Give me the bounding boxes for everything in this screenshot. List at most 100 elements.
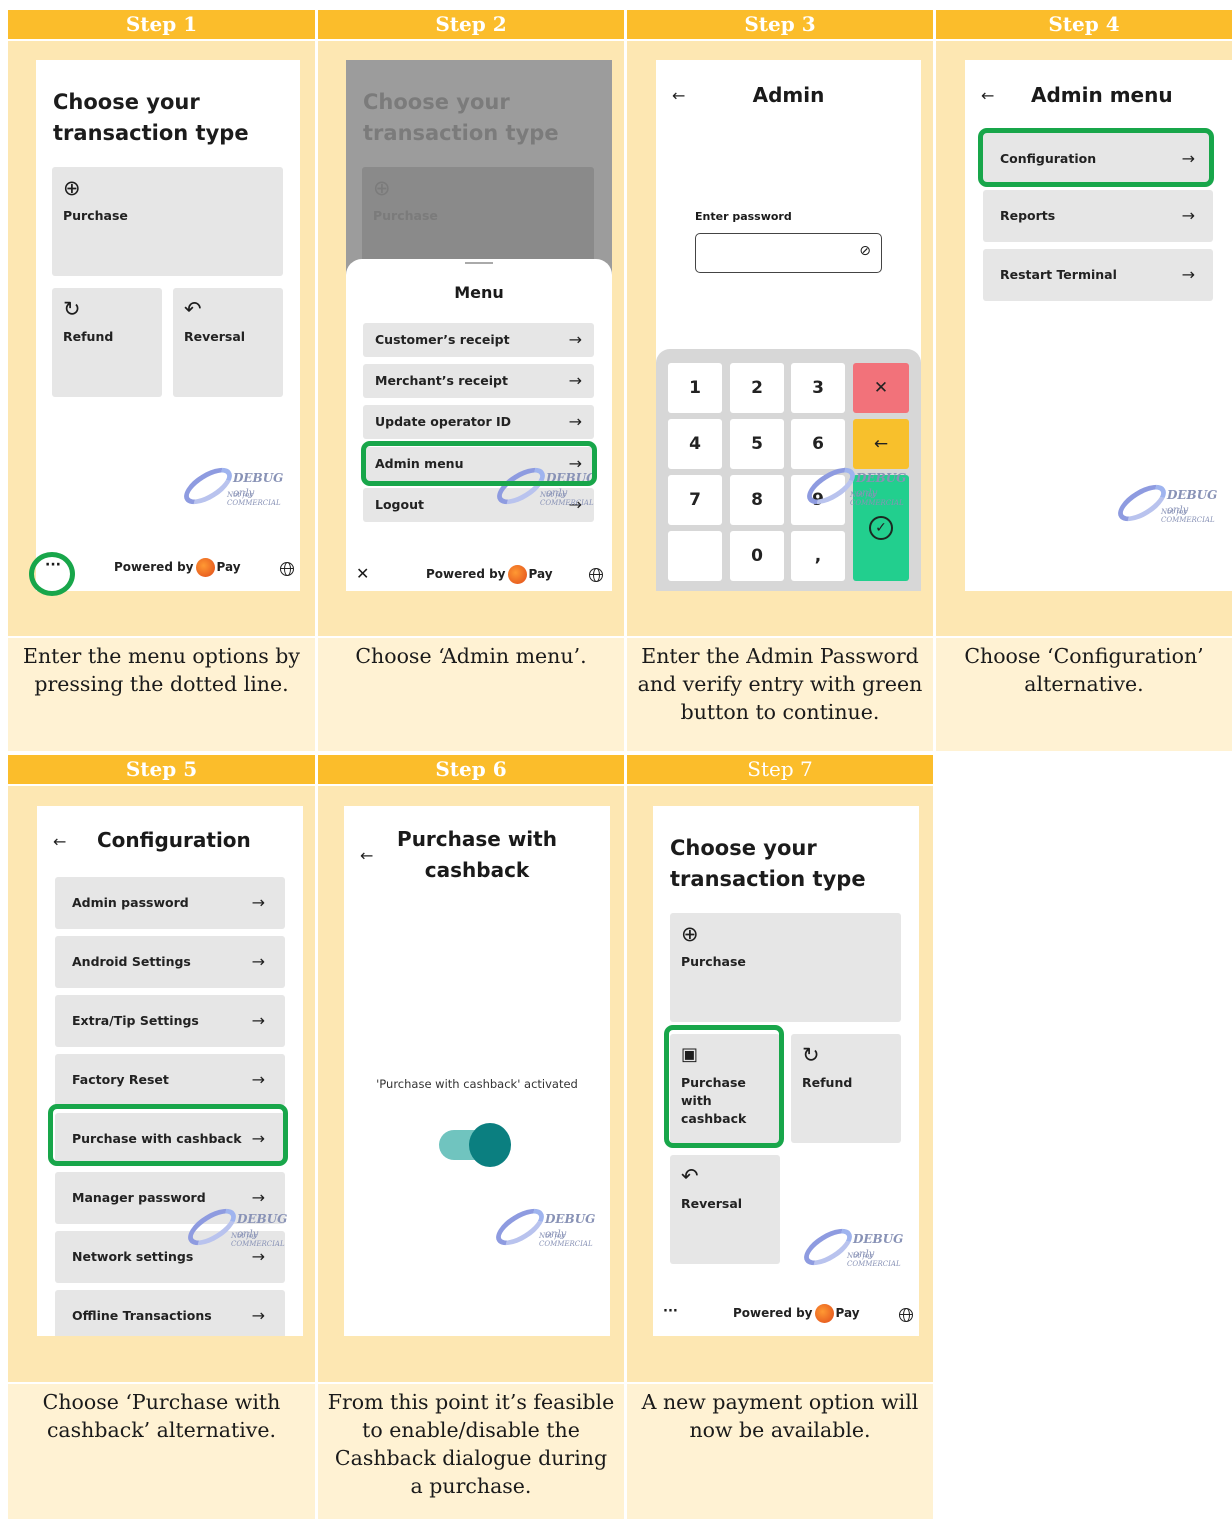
refund-tile[interactable]: ↻ Refund <box>52 288 162 397</box>
plus-circle-icon: ⊕ <box>681 922 699 946</box>
key-4[interactable]: 4 <box>668 419 722 469</box>
dimmed-purchase-tile: ⊕ Purchase <box>362 167 594 267</box>
arrow-right-icon: → <box>251 952 265 971</box>
step6-caption: From this point it’s feasible to enable/… <box>318 1384 624 1519</box>
step1-header: Step 1 <box>8 10 315 39</box>
page-title: Choose your transaction type <box>53 90 249 145</box>
step2-header: Step 2 <box>318 10 624 39</box>
refresh-icon: ↻ <box>802 1043 820 1067</box>
config-item-factory-reset[interactable]: Factory Reset → <box>55 1054 285 1106</box>
step7-caption: A new payment option will now be availab… <box>627 1384 933 1519</box>
admin-menu-title: Admin menu <box>1031 83 1173 107</box>
reversal-tile[interactable]: ↶ Reversal <box>670 1155 780 1264</box>
step5-screen: ← Configuration Admin password → Android … <box>37 806 303 1336</box>
cancel-button[interactable]: ✕ <box>853 363 909 413</box>
globe-icon[interactable] <box>589 568 603 582</box>
eye-off-icon[interactable]: ⊘ <box>859 243 871 259</box>
config-item-admin-password[interactable]: Admin password → <box>55 877 285 929</box>
purchase-tile[interactable]: ⊕ Purchase <box>670 913 901 1022</box>
highlight-admin-menu <box>361 441 597 486</box>
cashback-title: Purchase with cashback <box>397 827 557 882</box>
reversal-tile[interactable]: ↶ Reversal <box>173 288 283 397</box>
admin-item-restart-terminal[interactable]: Restart Terminal → <box>983 249 1213 301</box>
key-5[interactable]: 5 <box>730 419 784 469</box>
step4-caption: Choose ‘Configuration’ alternative. <box>936 638 1232 751</box>
key-3[interactable]: 3 <box>791 363 845 413</box>
key-0[interactable]: 0 <box>730 531 784 581</box>
key-7[interactable]: 7 <box>668 475 722 525</box>
highlight-purchase-cashback-tile <box>664 1025 784 1148</box>
step1-caption: Enter the menu options by pressing the d… <box>8 638 315 751</box>
highlight-purchase-cashback <box>48 1104 288 1166</box>
back-arrow-icon[interactable]: ← <box>360 846 373 865</box>
powered-by: Powered by Pay <box>426 565 553 584</box>
drag-handle[interactable] <box>465 262 493 264</box>
cashback-toggle[interactable] <box>439 1123 511 1167</box>
powered-by: Powered by Pay <box>114 558 241 577</box>
menu-sheet: Menu Customer’s receipt → Merchant’s rece… <box>346 259 612 591</box>
key-2[interactable]: 2 <box>730 363 784 413</box>
page-title: Choose your transaction type <box>670 836 866 891</box>
step5-header: Step 5 <box>8 755 315 784</box>
check-icon: ✓ <box>869 516 893 540</box>
footer-bar: ··· Powered by Pay <box>653 1294 919 1336</box>
step1-screen: Choose your transaction type ⊕ Purchase … <box>36 60 300 591</box>
step4-header: Step 4 <box>936 10 1232 39</box>
globe-icon[interactable] <box>280 562 294 576</box>
arrow-right-icon: → <box>251 1070 265 1089</box>
pay-logo-icon <box>507 565 527 584</box>
back-arrow-icon[interactable]: ← <box>981 86 994 105</box>
arrow-right-icon: → <box>568 330 582 349</box>
close-icon[interactable]: ✕ <box>356 564 369 583</box>
arrow-right-icon: → <box>251 1011 265 1030</box>
arrow-right-icon: → <box>1181 265 1195 284</box>
steps-grid: Step 1 Step 2 Step 3 Step 4 Enter the me… <box>0 0 1232 1519</box>
menu-item-merchants-receipt[interactable]: Merchant’s receipt → <box>363 364 594 398</box>
step2-screen: Choose your transaction type ⊕ Purchase … <box>346 60 612 591</box>
menu-item-customers-receipt[interactable]: Customer’s receipt → <box>363 323 594 357</box>
refund-tile[interactable]: ↻ Refund <box>791 1034 901 1143</box>
undo-phone-icon: ↶ <box>681 1164 699 1188</box>
step3-caption: Enter the Admin Password and verify entr… <box>627 638 933 751</box>
toggle-knob <box>469 1123 511 1167</box>
password-label: Enter password <box>695 210 792 223</box>
step5-caption: Choose ‘Purchase with cashback’ alternat… <box>8 1384 315 1519</box>
powered-by: Powered by Pay <box>733 1304 860 1323</box>
debug-watermark: DEBUG only Not for COMMERCIAL <box>801 460 921 512</box>
purchase-tile[interactable]: ⊕ Purchase <box>52 167 283 276</box>
debug-watermark: DEBUG only Not for COMMERCIAL <box>182 1201 303 1253</box>
debug-watermark: DEBUG only Not for COMMERCIAL <box>1112 477 1232 529</box>
arrow-right-icon: → <box>568 412 582 431</box>
numeric-keypad: 1 2 3 ✕ 4 5 6 ← 7 8 9 ✓ 0 , DEBUG only N… <box>656 349 921 591</box>
config-item-extra-tip[interactable]: Extra/Tip Settings → <box>55 995 285 1047</box>
cashback-status: 'Purchase with cashback' activated <box>376 1077 578 1091</box>
pay-logo-icon <box>814 1304 834 1323</box>
key-comma[interactable]: , <box>791 531 845 581</box>
back-arrow-icon[interactable]: ← <box>53 832 66 851</box>
footer-bar: ··· Powered by Pay <box>36 548 300 591</box>
arrow-right-icon: → <box>251 893 265 912</box>
config-item-offline-transactions[interactable]: Offline Transactions → <box>55 1290 285 1336</box>
highlight-dots <box>29 552 75 596</box>
admin-title: Admin <box>752 83 825 107</box>
debug-watermark: DEBUG only Not for COMMERCIAL <box>178 460 300 512</box>
key-1[interactable]: 1 <box>668 363 722 413</box>
step3-header: Step 3 <box>627 10 933 39</box>
debug-watermark: DEBUG only Not for COMMERCIAL <box>490 1201 610 1253</box>
key-6[interactable]: 6 <box>791 419 845 469</box>
refresh-icon: ↻ <box>63 297 81 321</box>
arrow-right-icon: → <box>568 371 582 390</box>
step2-caption: Choose ‘Admin menu’. <box>318 638 624 751</box>
admin-item-reports[interactable]: Reports → <box>983 190 1213 242</box>
globe-icon[interactable] <box>899 1308 913 1322</box>
key-8[interactable]: 8 <box>730 475 784 525</box>
step6-header: Step 6 <box>318 755 624 784</box>
step3-screen: ← Admin Enter password ⊘ 1 2 3 ✕ 4 5 6 ←… <box>656 60 921 591</box>
config-item-android-settings[interactable]: Android Settings → <box>55 936 285 988</box>
dimmed-title: Choose your transaction type <box>363 90 559 145</box>
configuration-title: Configuration <box>97 828 251 852</box>
more-dots-button[interactable]: ··· <box>663 1304 678 1319</box>
password-input[interactable]: ⊘ <box>695 233 882 273</box>
menu-item-update-operator-id[interactable]: Update operator ID → <box>363 405 594 439</box>
backspace-button[interactable]: ← <box>853 419 909 469</box>
